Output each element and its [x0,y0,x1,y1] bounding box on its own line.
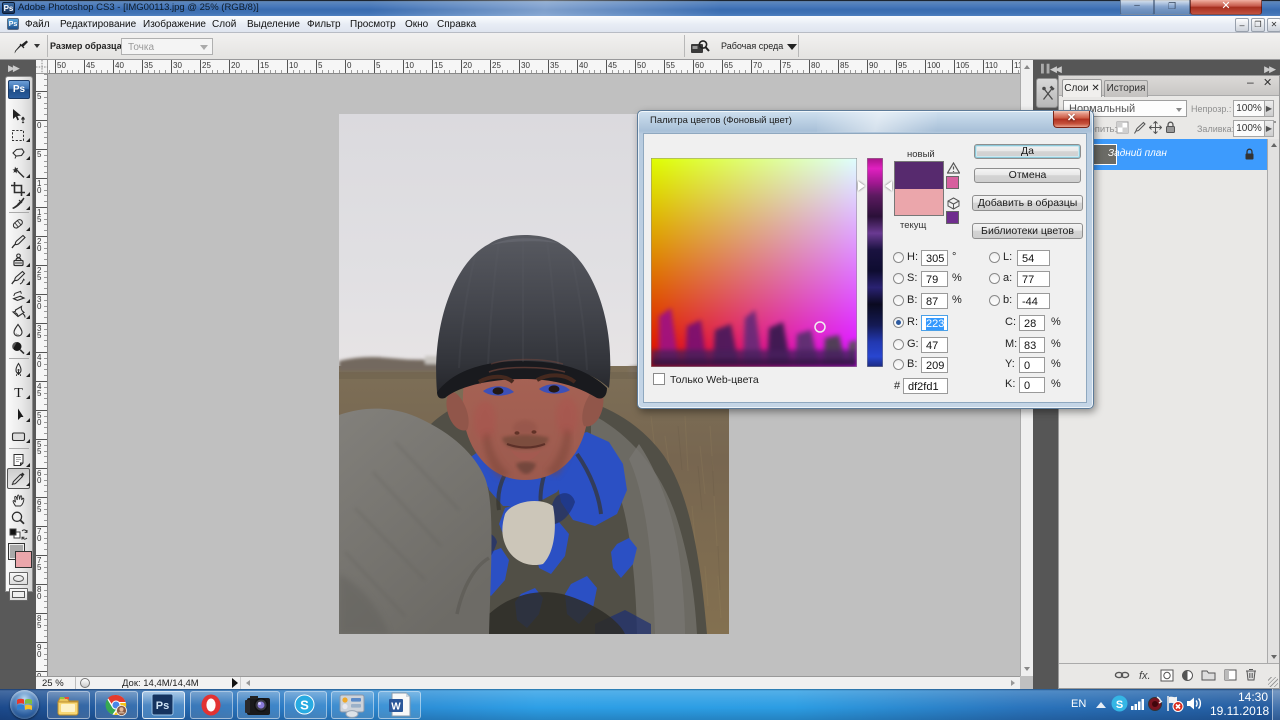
svg-text:T: T [14,386,23,400]
svg-text:Ps: Ps [156,700,169,712]
svg-text:S: S [300,698,309,713]
svg-text:W: W [391,702,401,713]
svg-text:S: S [1116,699,1123,711]
